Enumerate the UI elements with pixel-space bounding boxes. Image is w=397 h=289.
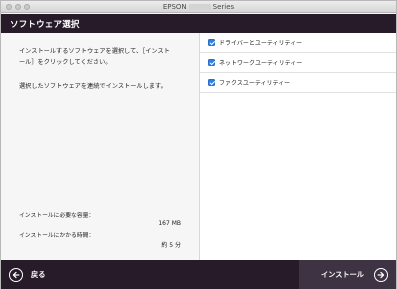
window-title: EPSON Series xyxy=(163,1,234,13)
install-time-value: 約 5 分 xyxy=(161,242,181,249)
install-time-label: インストールにかかる時間： xyxy=(19,233,95,239)
instruction-line-1: インストールするソフトウェアを選択して、［インスト xyxy=(19,48,170,55)
title-bar: EPSON Series xyxy=(1,1,396,13)
instruction-text: インストールするソフトウェアを選択して、［インスト ール］をクリックしてください… xyxy=(19,46,195,68)
required-space-value: 167 MB xyxy=(158,220,181,227)
minimize-window-button[interactable] xyxy=(15,4,21,10)
sequential-install-note: 選択したソフトウェアを連続でインストールします。 xyxy=(19,83,167,90)
window-title-prefix: EPSON xyxy=(162,3,187,11)
driver-utility-checkbox[interactable] xyxy=(208,39,215,46)
install-button-label: インストール xyxy=(321,269,364,279)
required-space-label: インストールに必要な容量： xyxy=(19,213,95,219)
close-window-button[interactable] xyxy=(6,4,12,10)
model-name-redacted xyxy=(188,4,211,10)
arrow-left-icon xyxy=(9,267,23,282)
list-item[interactable]: ネットワークユーティリティー xyxy=(200,53,396,73)
window-controls xyxy=(6,4,30,10)
list-item[interactable]: ファクスユーティリティー xyxy=(200,73,396,93)
zoom-window-button[interactable] xyxy=(24,4,30,10)
install-button[interactable]: インストール xyxy=(299,260,396,289)
instruction-line-2: ール］をクリックしてください。 xyxy=(19,59,112,66)
list-item-label: ファクスユーティリティー xyxy=(219,80,291,87)
footer-bar: 戻る インストール xyxy=(1,260,396,289)
arrow-right-icon xyxy=(374,267,388,282)
main-content: インストールするソフトウェアを選択して、［インスト ール］をクリックしてください… xyxy=(1,33,396,260)
software-list: ドライバーとユーティリティー ネットワークユーティリティー ファクスユーティリテ… xyxy=(200,33,396,260)
page-header: ソフトウェア選択 xyxy=(1,14,396,33)
info-panel: インストールするソフトウェアを選択して、［インスト ール］をクリックしてください… xyxy=(1,33,200,260)
fax-utility-checkbox[interactable] xyxy=(208,79,215,86)
list-item[interactable]: ドライバーとユーティリティー xyxy=(200,33,396,53)
list-item-label: ドライバーとユーティリティー xyxy=(219,40,303,47)
network-utility-checkbox[interactable] xyxy=(208,59,215,66)
back-button-label: 戻る xyxy=(31,269,46,279)
page-title: ソフトウェア選択 xyxy=(10,20,80,30)
window-title-suffix: Series xyxy=(212,3,235,11)
installer-window: EPSON Series ソフトウェア選択 インストールするソフトウェアを選択し… xyxy=(0,0,397,289)
back-button[interactable]: 戻る xyxy=(1,260,299,289)
list-item-label: ネットワークユーティリティー xyxy=(219,60,303,67)
